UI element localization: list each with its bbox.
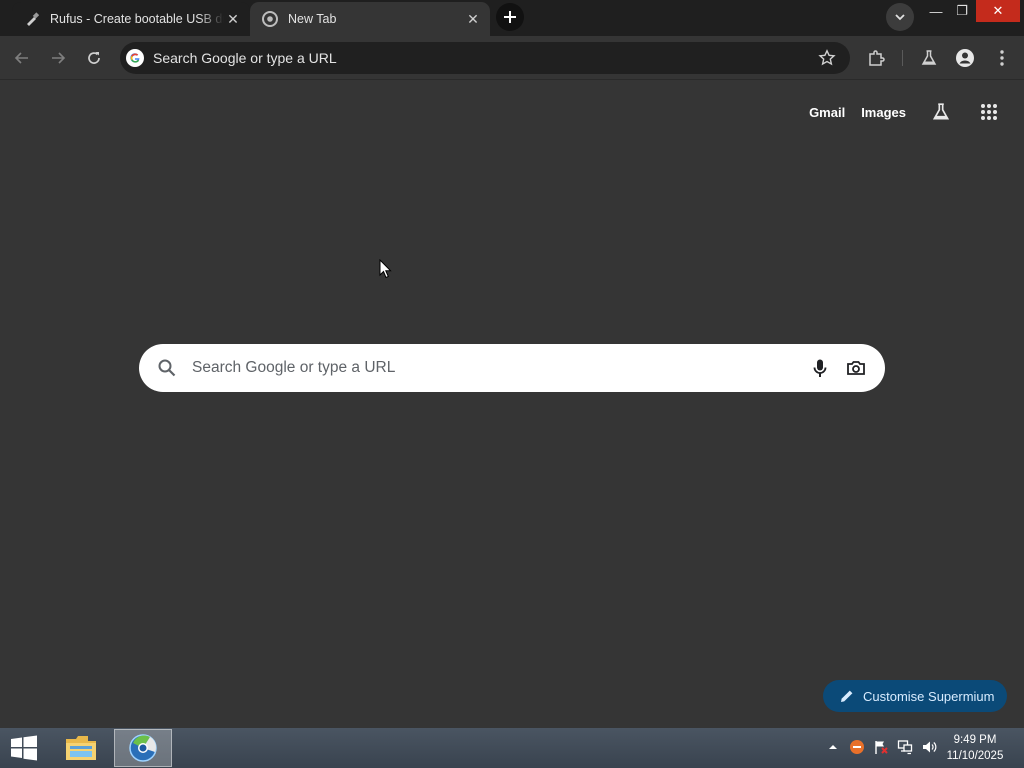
labs-button[interactable] — [915, 44, 943, 72]
taskbar: 9:49 PM 11/10/2025 — [0, 728, 1024, 768]
profile-button[interactable] — [951, 44, 979, 72]
start-button[interactable] — [4, 730, 44, 766]
chrome-icon — [262, 11, 278, 27]
new-tab-button[interactable] — [496, 3, 524, 31]
browser-window: Rufus - Create bootable USB drives the e… — [0, 0, 1024, 728]
new-tab-page: Gmail Images Search Google or type a URL… — [0, 81, 1024, 728]
restore-button[interactable]: ❐ — [950, 0, 974, 22]
camera-icon[interactable] — [845, 357, 867, 379]
close-tab-icon[interactable]: ✕ — [224, 10, 242, 28]
windows-logo-icon — [11, 735, 37, 761]
microphone-icon[interactable] — [809, 357, 831, 379]
tab-strip: Rufus - Create bootable USB drives the e… — [0, 0, 1024, 36]
back-button[interactable] — [8, 44, 36, 72]
taskbar-file-explorer[interactable] — [58, 730, 104, 766]
arrow-left-icon — [14, 52, 28, 64]
folder-icon — [66, 736, 96, 760]
close-tab-icon[interactable]: ✕ — [464, 10, 482, 28]
action-center-flag-icon[interactable] — [872, 738, 890, 756]
kebab-menu-icon — [1000, 50, 1004, 66]
account-icon — [956, 49, 974, 67]
clock-time: 9:49 PM — [953, 734, 997, 746]
omnibox[interactable]: Search Google or type a URL — [120, 42, 850, 74]
extensions-button[interactable] — [862, 44, 890, 72]
taskbar-supermium[interactable] — [114, 729, 172, 767]
customise-label: Customise Supermium — [863, 688, 995, 704]
tab-rufus[interactable]: Rufus - Create bootable USB drives the e… — [12, 2, 250, 36]
supermium-browser-icon — [129, 734, 157, 762]
clock-date: 11/10/2025 — [946, 750, 1004, 762]
apps-grid-icon[interactable] — [978, 101, 1000, 123]
close-window-button[interactable]: ✕ — [976, 0, 1020, 22]
arrow-right-icon — [52, 52, 66, 64]
system-tray — [818, 738, 938, 756]
puzzle-icon — [869, 50, 885, 66]
tab-title: Rufus - Create bootable USB drives the e… — [50, 12, 224, 26]
minimize-button[interactable]: — — [924, 0, 948, 22]
plus-icon — [504, 11, 516, 23]
google-g-icon — [126, 49, 144, 67]
customise-supermium-button[interactable]: Customise Supermium — [823, 680, 1007, 712]
security-alert-icon[interactable] — [848, 738, 866, 756]
tab-title: New Tab — [288, 12, 337, 26]
network-icon[interactable] — [896, 738, 914, 756]
tab-search-button[interactable] — [886, 3, 914, 31]
gmail-link[interactable]: Gmail — [809, 105, 845, 120]
taskbar-clock[interactable]: 9:49 PM 11/10/2025 — [940, 732, 1010, 764]
toolbar-divider — [902, 50, 903, 66]
flask-icon — [921, 50, 937, 65]
omnibox-placeholder: Search Google or type a URL — [153, 50, 337, 66]
ntp-search-box[interactable]: Search Google or type a URL — [139, 344, 885, 392]
chevron-down-icon — [895, 14, 905, 21]
tab-new-tab[interactable]: New Tab ✕ — [250, 2, 490, 36]
forward-button[interactable] — [44, 44, 72, 72]
volume-icon[interactable] — [920, 738, 938, 756]
images-link[interactable]: Images — [861, 105, 906, 120]
flask-icon[interactable] — [930, 101, 952, 123]
pencil-icon — [841, 690, 853, 702]
show-hidden-icons-icon[interactable] — [824, 738, 842, 756]
search-icon — [158, 359, 176, 377]
reload-icon — [88, 52, 100, 64]
ntp-search-placeholder: Search Google or type a URL — [192, 359, 396, 376]
star-icon[interactable] — [818, 49, 836, 67]
mouse-cursor-icon — [379, 259, 392, 279]
reload-button[interactable] — [80, 44, 108, 72]
menu-button[interactable] — [988, 44, 1016, 72]
rufus-usb-icon — [24, 11, 40, 27]
ntp-header-links: Gmail Images — [793, 101, 1000, 123]
toolbar: Search Google or type a URL — [0, 36, 1024, 80]
